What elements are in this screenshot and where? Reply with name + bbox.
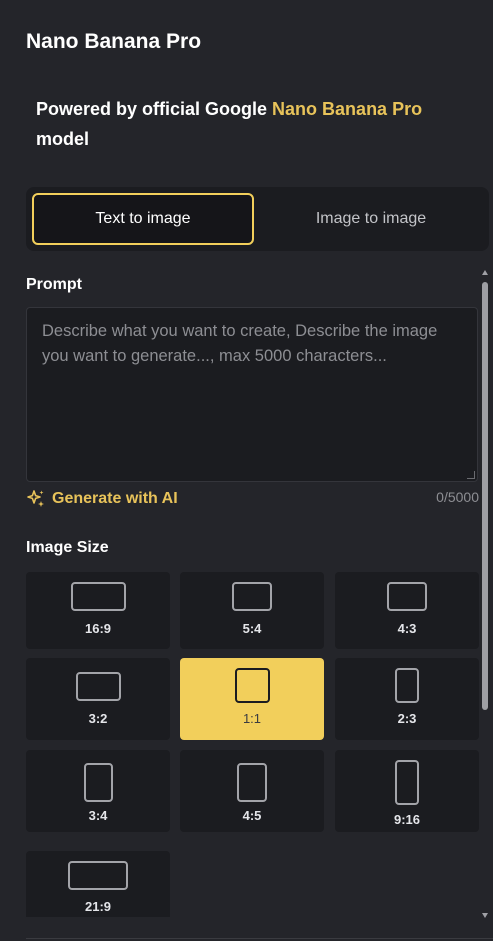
intro-suffix: model xyxy=(36,129,90,149)
size-option-label: 5:4 xyxy=(242,621,262,636)
size-option-label: 21:9 xyxy=(84,899,112,914)
scroll-thumb[interactable] xyxy=(482,282,488,710)
mode-switch: Text to image Image to image xyxy=(26,187,489,251)
size-option-label: 9:16 xyxy=(393,812,421,827)
ratio-21-9-icon xyxy=(68,861,128,890)
size-option-label: 4:5 xyxy=(242,808,262,823)
sparkle-icon xyxy=(27,490,44,507)
size-option-label: 3:4 xyxy=(88,808,108,823)
ratio-9-16-icon xyxy=(395,760,419,805)
size-option-5-4[interactable]: 5:4 xyxy=(180,572,324,649)
size-option-16-9[interactable]: 16:9 xyxy=(26,572,170,649)
tab-text-to-image[interactable]: Text to image xyxy=(32,193,254,245)
ratio-3-2-icon xyxy=(76,672,121,701)
generate-with-ai-button[interactable]: Generate with AI xyxy=(26,489,178,509)
size-option-21-9[interactable]: 21:9 xyxy=(26,851,170,917)
intro-text: Powered by official Google Nano Banana P… xyxy=(36,94,476,154)
scroll-up-icon[interactable] xyxy=(482,270,488,275)
prompt-placeholder: Describe what you want to create, Descri… xyxy=(42,322,438,365)
size-option-4-3[interactable]: 4:3 xyxy=(335,572,479,649)
ratio-3-4-icon xyxy=(84,763,113,802)
model-name: Nano Banana Pro xyxy=(272,99,423,119)
size-option-label: 3:2 xyxy=(88,711,108,726)
generate-with-ai-label: Generate with AI xyxy=(52,490,178,507)
size-option-label: 4:3 xyxy=(397,621,417,636)
size-option-label: 1:1 xyxy=(242,711,262,726)
size-option-4-5[interactable]: 4:5 xyxy=(180,750,324,832)
ratio-1-1-icon xyxy=(235,668,270,703)
ratio-2-3-icon xyxy=(395,668,419,703)
ratio-4-5-icon xyxy=(237,763,267,802)
ratio-16-9-icon xyxy=(71,582,126,611)
size-option-3-2[interactable]: 3:2 xyxy=(26,658,170,740)
size-option-3-4[interactable]: 3:4 xyxy=(26,750,170,832)
tab-image-to-image[interactable]: Image to image xyxy=(260,193,482,245)
app-title: Nano Banana Pro xyxy=(26,30,202,53)
char-counter: 0/5000 xyxy=(436,489,479,505)
resize-grip-icon[interactable] xyxy=(467,471,475,479)
image-size-label: Image Size xyxy=(26,539,109,556)
settings-scroll-area: Prompt Describe what you want to create,… xyxy=(0,262,493,917)
size-option-label: 16:9 xyxy=(84,621,112,636)
size-option-label: 2:3 xyxy=(397,711,417,726)
intro-prefix: Powered by official Google xyxy=(36,99,273,119)
divider xyxy=(26,938,493,939)
prompt-input[interactable]: Describe what you want to create, Descri… xyxy=(26,307,478,482)
scroll-down-icon[interactable] xyxy=(482,913,488,918)
scrollbar[interactable] xyxy=(482,270,488,918)
ratio-5-4-icon xyxy=(232,582,272,611)
ratio-4-3-icon xyxy=(387,582,427,611)
size-option-2-3[interactable]: 2:3 xyxy=(335,658,479,740)
prompt-label: Prompt xyxy=(26,276,82,293)
size-option-9-16[interactable]: 9:16 xyxy=(335,750,479,832)
size-option-1-1[interactable]: 1:1 xyxy=(180,658,324,740)
